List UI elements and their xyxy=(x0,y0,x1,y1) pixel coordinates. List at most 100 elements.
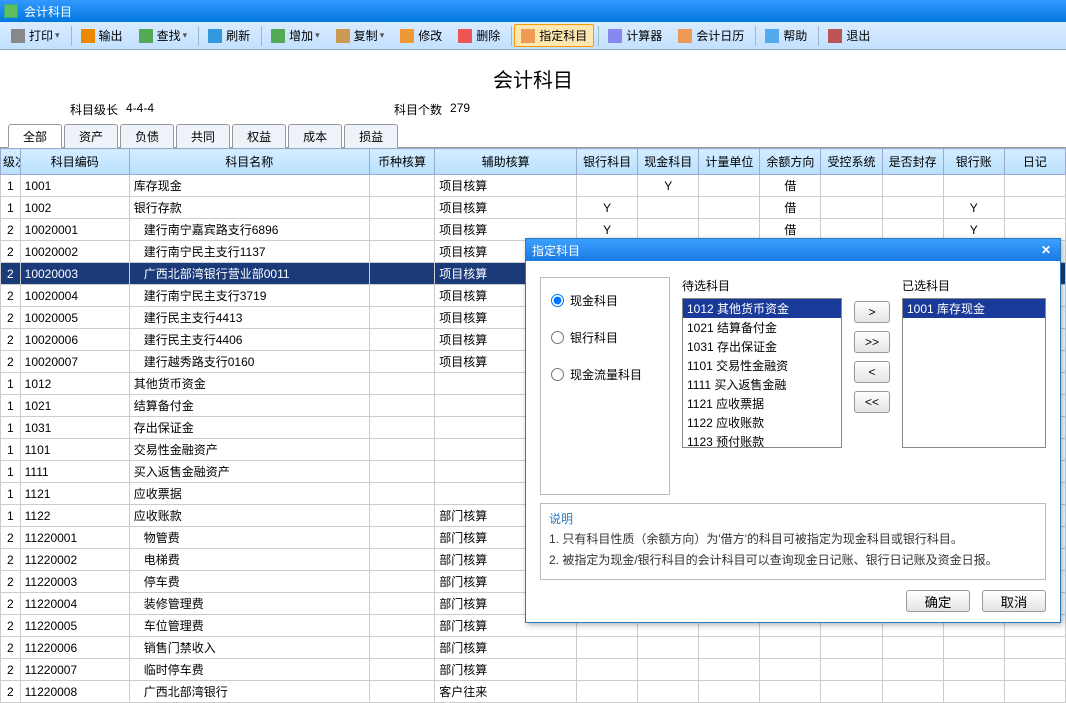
calc-button[interactable]: 计算器 xyxy=(601,24,669,47)
edit-button[interactable]: 修改 xyxy=(393,24,449,47)
selected-label: 已选科目 xyxy=(902,277,1046,294)
add-button[interactable]: 增加▾ xyxy=(264,24,327,47)
move-buttons: >>><<< xyxy=(854,277,890,495)
column-header[interactable]: 现金科目 xyxy=(638,149,699,175)
close-icon[interactable]: ✕ xyxy=(1038,243,1054,257)
table-row[interactable]: 211220007临时停车费部门核算 xyxy=(1,659,1066,681)
radio-cash[interactable]: 现金科目 xyxy=(551,292,659,309)
dialog-title-bar: 指定科目 ✕ xyxy=(526,239,1060,261)
calc-icon xyxy=(608,29,622,43)
ok-button[interactable]: 确定 xyxy=(906,590,970,612)
selected-panel: 已选科目 1001 库存现金 xyxy=(902,277,1046,495)
specify-account-dialog: 指定科目 ✕ 现金科目银行科目现金流量科目 待选科目 1012 其他货币资金10… xyxy=(525,238,1061,623)
move-button-3[interactable]: << xyxy=(854,391,890,413)
delete-icon xyxy=(458,29,472,43)
radio-flow[interactable]: 现金流量科目 xyxy=(551,366,659,383)
dialog-footer: 确定 取消 xyxy=(526,586,1060,622)
description-box: 说明 1. 只有科目性质（余额方向）为'借方'的科目可被指定为现金科目或银行科目… xyxy=(540,503,1046,580)
tab-5[interactable]: 成本 xyxy=(288,124,342,148)
list-item[interactable]: 1031 存出保证金 xyxy=(683,337,841,356)
exit-button[interactable]: 退出 xyxy=(821,24,877,47)
list-item[interactable]: 1021 结算备付金 xyxy=(683,318,841,337)
list-item[interactable]: 1101 交易性金融资 xyxy=(683,356,841,375)
list-item[interactable]: 1012 其他货币资金 xyxy=(683,299,841,318)
list-item[interactable]: 1001 库存现金 xyxy=(903,299,1045,318)
add-icon xyxy=(271,29,285,43)
move-button-0[interactable]: > xyxy=(854,301,890,323)
export-button[interactable]: 输出 xyxy=(74,24,130,47)
column-header[interactable]: 币种核算 xyxy=(369,149,434,175)
delete-button[interactable]: 删除 xyxy=(451,24,507,47)
count-label: 科目个数 xyxy=(394,101,442,118)
account-type-radios: 现金科目银行科目现金流量科目 xyxy=(540,277,670,495)
table-row[interactable]: 11001库存现金项目核算Y借 xyxy=(1,175,1066,197)
help-button[interactable]: 帮助 xyxy=(758,24,814,47)
cancel-button[interactable]: 取消 xyxy=(982,590,1046,612)
calendar-icon xyxy=(678,29,692,43)
column-header[interactable]: 余额方向 xyxy=(760,149,821,175)
level-length-label: 科目级长 xyxy=(70,101,118,118)
column-header[interactable]: 科目编码 xyxy=(20,149,129,175)
window-title: 会计科目 xyxy=(24,3,72,20)
print-button[interactable]: 打印▾ xyxy=(4,24,67,47)
column-header[interactable]: 科目名称 xyxy=(129,149,369,175)
chevron-down-icon: ▾ xyxy=(183,30,188,41)
column-header[interactable]: 是否封存 xyxy=(882,149,943,175)
refresh-icon xyxy=(208,29,222,43)
pending-listbox[interactable]: 1012 其他货币资金1021 结算备付金1031 存出保证金1101 交易性金… xyxy=(682,298,842,448)
spec-icon xyxy=(521,29,535,43)
chevron-down-icon: ▾ xyxy=(315,30,320,41)
export-icon xyxy=(81,29,95,43)
list-item[interactable]: 1122 应收账款 xyxy=(683,413,841,432)
column-header[interactable]: 级次 xyxy=(1,149,21,175)
window-title-bar: 会计科目 xyxy=(0,0,1066,22)
move-button-2[interactable]: < xyxy=(854,361,890,383)
app-icon xyxy=(4,4,18,18)
tab-0[interactable]: 全部 xyxy=(8,124,62,148)
level-length-value: 4-4-4 xyxy=(126,101,154,118)
column-header[interactable]: 银行账 xyxy=(943,149,1004,175)
count-value: 279 xyxy=(450,101,470,118)
edit-icon xyxy=(400,29,414,43)
list-item[interactable]: 1121 应收票据 xyxy=(683,394,841,413)
category-tabs: 全部资产负债共同权益成本损益 xyxy=(0,124,1066,148)
table-row[interactable]: 211220006销售门禁收入部门核算 xyxy=(1,637,1066,659)
copy-button[interactable]: 复制▾ xyxy=(329,24,392,47)
list-item[interactable]: 1123 预付账款 xyxy=(683,432,841,448)
info-row: 科目级长 4-4-4 科目个数 279 xyxy=(0,101,1066,122)
column-header[interactable]: 受控系统 xyxy=(821,149,882,175)
description-title: 说明 xyxy=(549,510,1037,527)
refresh-button[interactable]: 刷新 xyxy=(201,24,257,47)
table-row[interactable]: 11002银行存款项目核算Y借Y xyxy=(1,197,1066,219)
tab-1[interactable]: 资产 xyxy=(64,124,118,148)
selected-listbox[interactable]: 1001 库存现金 xyxy=(902,298,1046,448)
pending-label: 待选科目 xyxy=(682,277,842,294)
main-toolbar: 打印▾ 输出查找▾ 刷新增加▾复制▾修改删除指定科目计算器会计日历帮助退出 xyxy=(0,22,1066,50)
help-icon xyxy=(765,29,779,43)
find-icon xyxy=(139,29,153,43)
column-header[interactable]: 计量单位 xyxy=(699,149,760,175)
column-header[interactable]: 辅助核算 xyxy=(435,149,577,175)
list-item[interactable]: 1111 买入返售金融 xyxy=(683,375,841,394)
calendar-button[interactable]: 会计日历 xyxy=(671,24,751,47)
column-header[interactable]: 日记 xyxy=(1004,149,1065,175)
header-area: 会计科目 科目级长 4-4-4 科目个数 279 xyxy=(0,50,1066,124)
print-icon xyxy=(11,29,25,43)
chevron-down-icon: ▾ xyxy=(55,30,60,41)
move-button-1[interactable]: >> xyxy=(854,331,890,353)
spec-button[interactable]: 指定科目 xyxy=(514,24,594,47)
tab-6[interactable]: 损益 xyxy=(344,124,398,148)
tab-3[interactable]: 共同 xyxy=(176,124,230,148)
tab-4[interactable]: 权益 xyxy=(232,124,286,148)
table-row[interactable]: 211220008广西北部湾银行客户往来 xyxy=(1,681,1066,703)
radio-bank[interactable]: 银行科目 xyxy=(551,329,659,346)
tab-2[interactable]: 负债 xyxy=(120,124,174,148)
exit-icon xyxy=(828,29,842,43)
pending-panel: 待选科目 1012 其他货币资金1021 结算备付金1031 存出保证金1101… xyxy=(682,277,842,495)
find-button[interactable]: 查找▾ xyxy=(132,24,195,47)
column-header[interactable]: 银行科目 xyxy=(577,149,638,175)
page-title: 会计科目 xyxy=(0,56,1066,101)
dialog-title: 指定科目 xyxy=(532,242,580,259)
chevron-down-icon: ▾ xyxy=(380,30,385,41)
copy-icon xyxy=(336,29,350,43)
